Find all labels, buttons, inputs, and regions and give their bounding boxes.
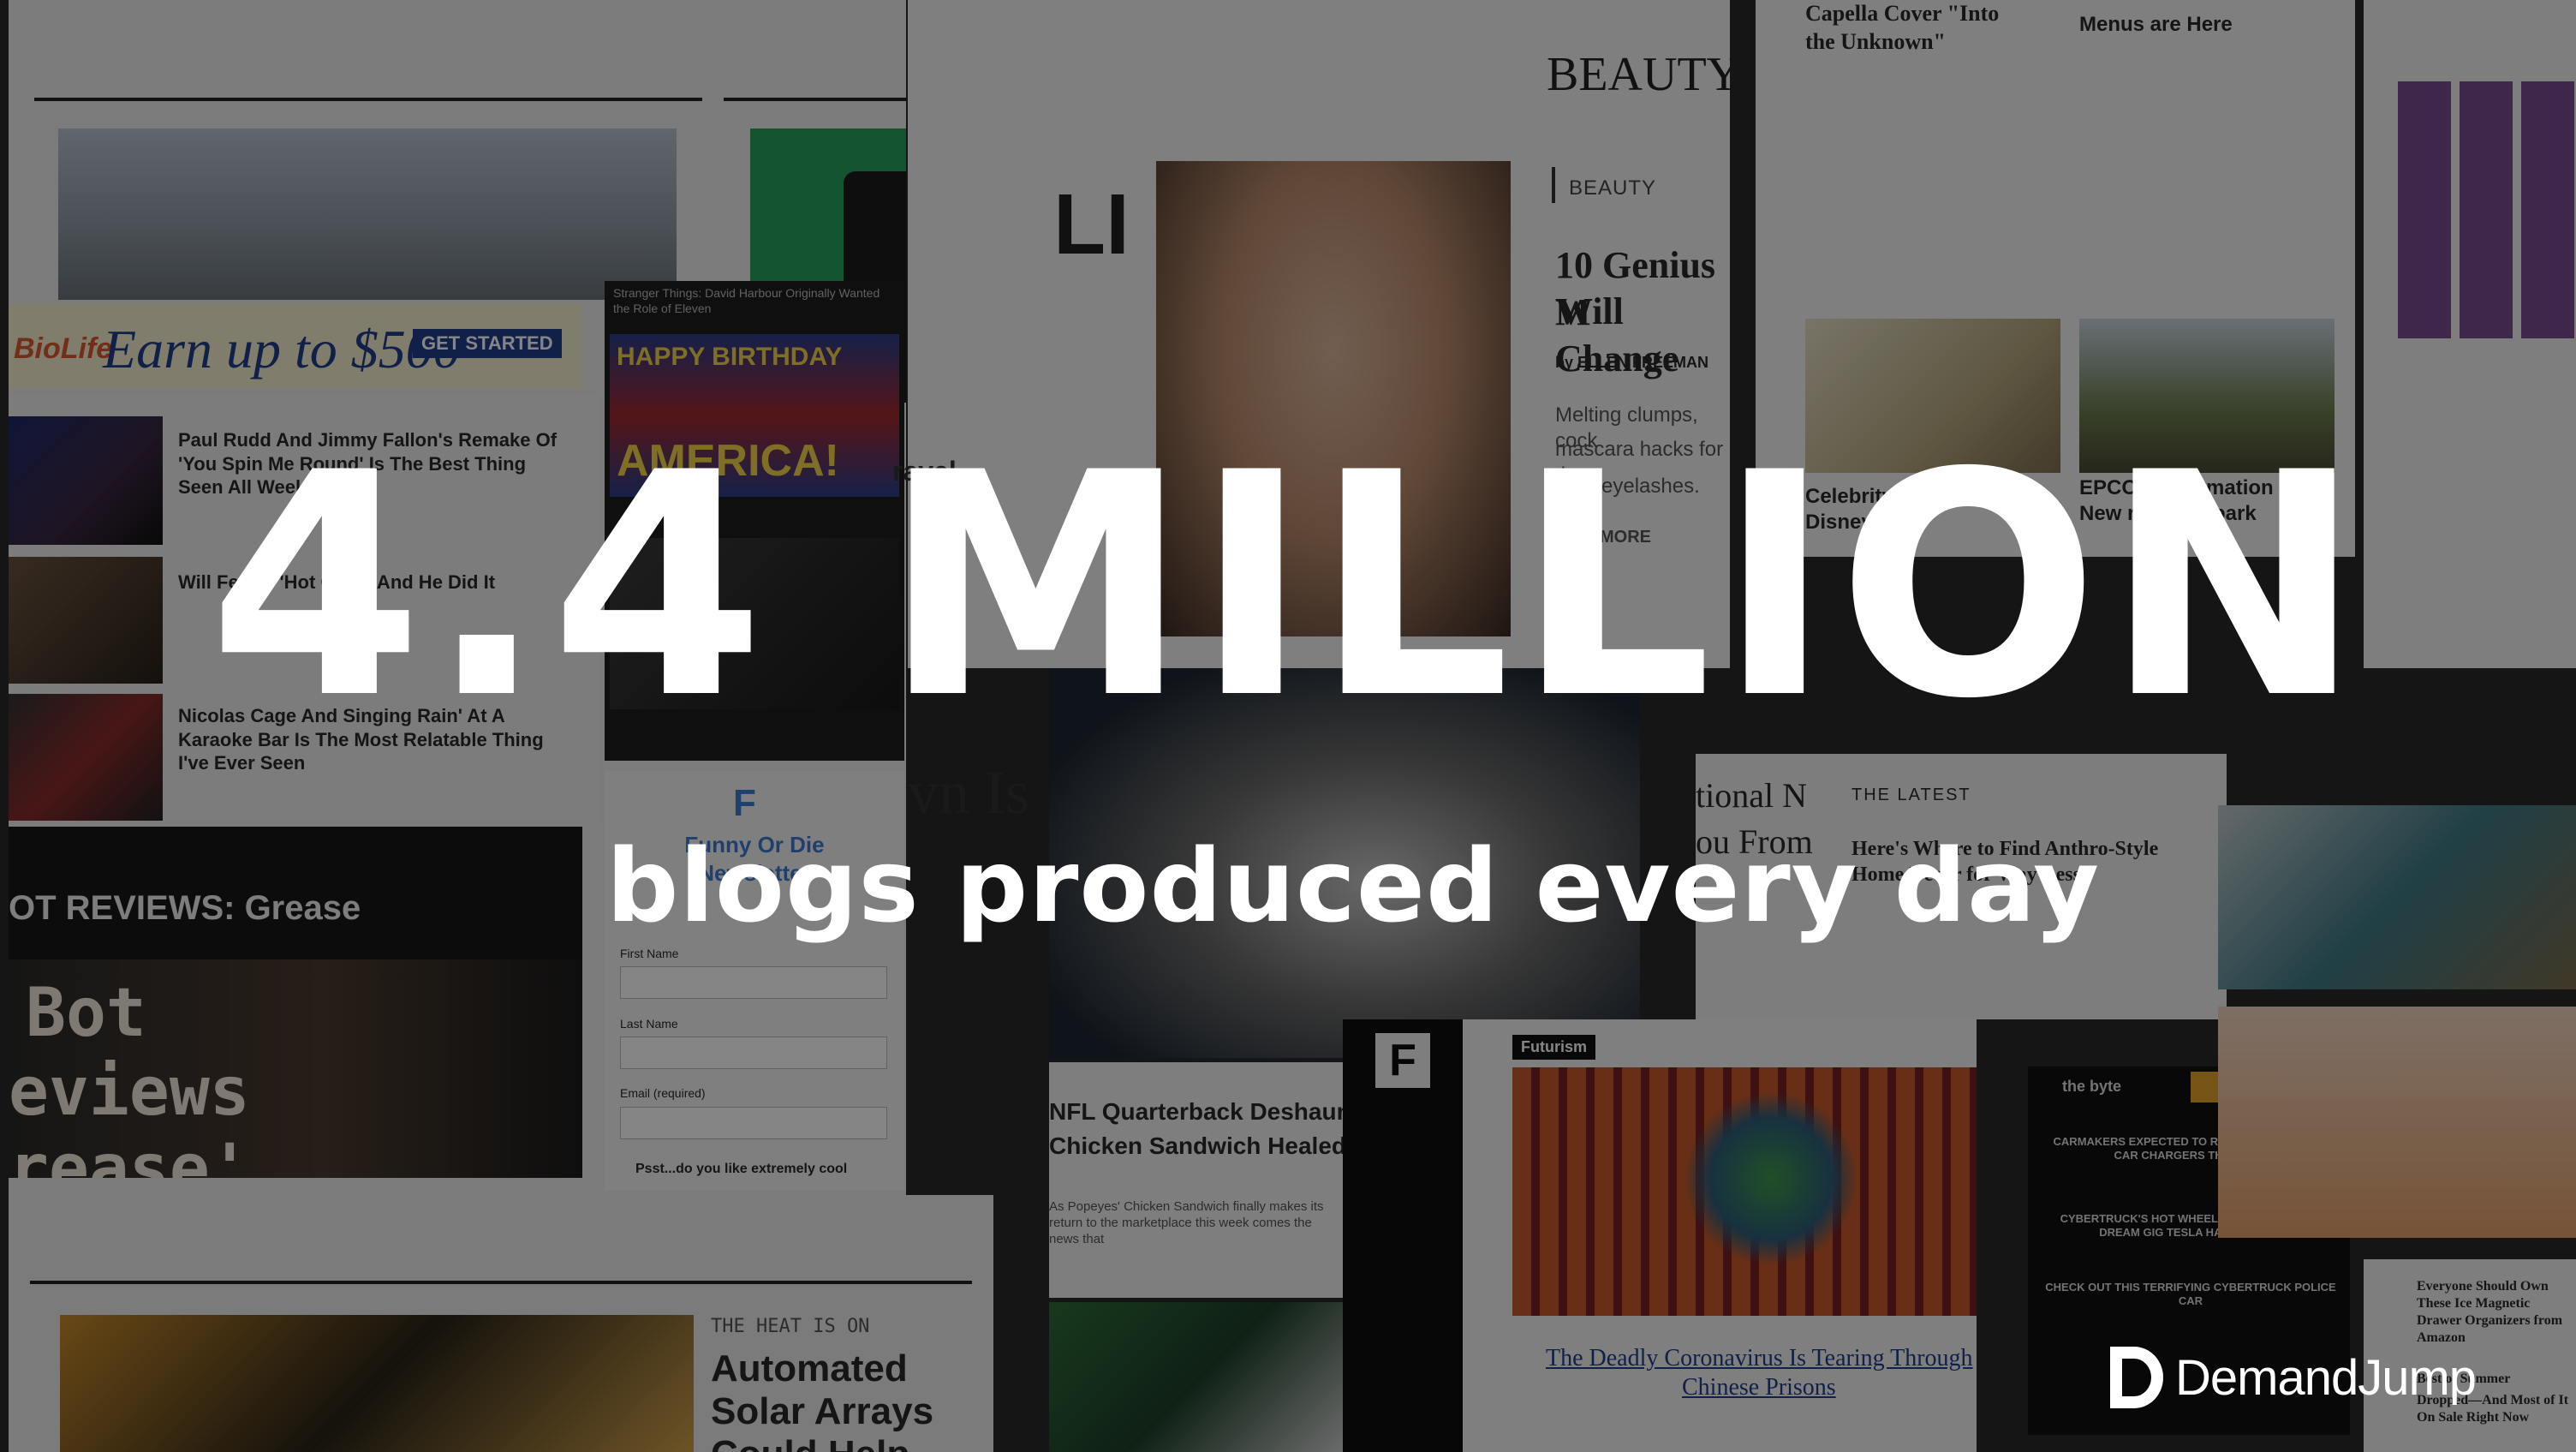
demandjump-mark-icon xyxy=(2110,1347,2163,1408)
headline-subtext: blogs produced every day xyxy=(606,827,2101,945)
demandjump-logo: DemandJump xyxy=(2108,1343,2477,1412)
demandjump-wordmark: DemandJump xyxy=(2175,1349,2477,1406)
headline-stat: 4.4 MILLION xyxy=(208,407,2368,766)
collage-stage: BioLife Earn up to $500 GET STARTED Paul… xyxy=(0,0,2576,1452)
